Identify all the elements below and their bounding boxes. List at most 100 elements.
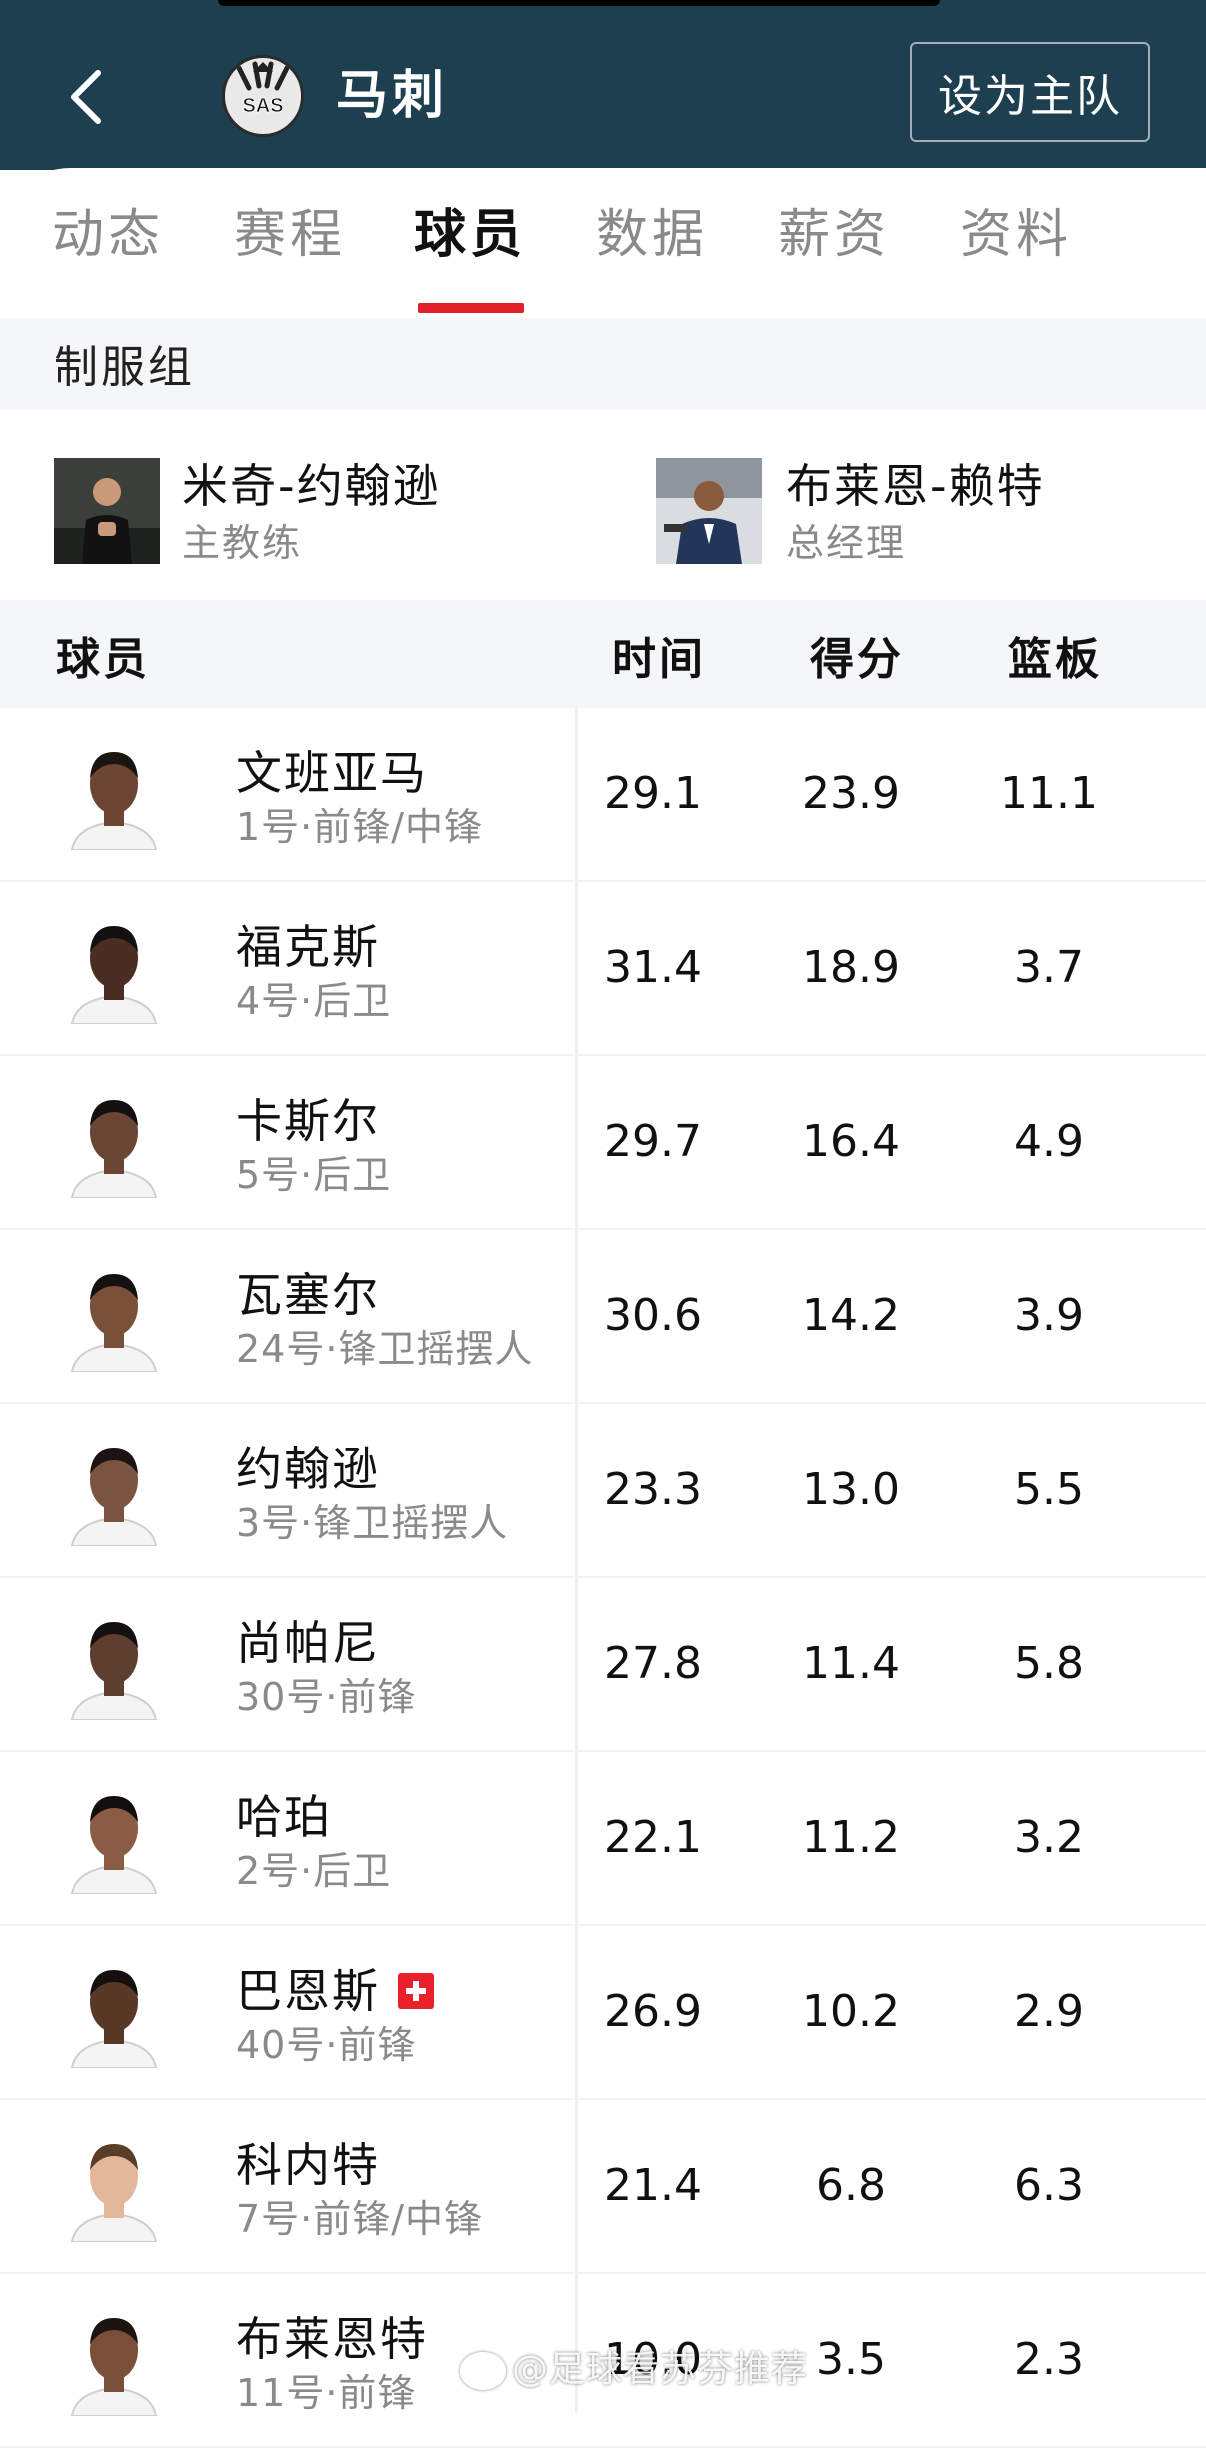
gm-photo[interactable] <box>656 458 762 564</box>
player-name-text: 巴恩斯 <box>236 1964 380 2018</box>
player-name[interactable]: 卡斯尔 <box>236 1092 380 1150</box>
column-header-time[interactable]: 时间 <box>612 632 706 688</box>
player-name-text: 尚帕尼 <box>236 1616 380 1670</box>
table-row[interactable]: 文班亚马 1号·前锋/中锋 29.1 23.9 11.1 <box>0 708 1206 882</box>
player-avatar[interactable] <box>58 2304 170 2416</box>
player-avatar[interactable] <box>58 1782 170 1894</box>
player-name[interactable]: 瓦塞尔 <box>236 1266 380 1324</box>
player-rebounds: 3.2 <box>1014 1812 1084 1863</box>
table-row[interactable]: 福克斯 4号·后卫 31.4 18.9 3.7 <box>0 882 1206 1056</box>
table-row[interactable]: 卡斯尔 5号·后卫 29.7 16.4 4.9 <box>0 1056 1206 1230</box>
player-name-text: 科内特 <box>236 2138 380 2192</box>
player-name[interactable]: 巴恩斯 <box>236 1962 434 2020</box>
player-name-text: 瓦塞尔 <box>236 1268 380 1322</box>
player-name[interactable]: 尚帕尼 <box>236 1614 380 1672</box>
player-name-text: 布莱恩特 <box>236 2312 428 2366</box>
back-button[interactable] <box>62 62 110 132</box>
player-rebounds: 5.5 <box>1014 1464 1084 1515</box>
player-time: 29.7 <box>604 1116 702 1167</box>
coach-photo[interactable] <box>54 458 160 564</box>
player-name[interactable]: 科内特 <box>236 2136 380 2194</box>
table-row[interactable]: 巴恩斯 40号·前锋 26.9 10.2 2.9 <box>0 1926 1206 2100</box>
table-row[interactable]: 约翰逊 3号·锋卫摇摆人 23.3 13.0 5.5 <box>0 1404 1206 1578</box>
gm-name[interactable]: 布莱恩-赖特 <box>786 456 1045 516</box>
player-points: 16.4 <box>802 1116 900 1167</box>
player-points: 18.9 <box>802 942 900 993</box>
column-header-points[interactable]: 得分 <box>810 632 904 688</box>
weibo-icon <box>460 2352 506 2390</box>
player-info: 1号·前锋/中锋 <box>236 805 484 849</box>
coach-name[interactable]: 米奇-约翰逊 <box>182 456 441 516</box>
player-name[interactable]: 约翰逊 <box>236 1440 380 1498</box>
player-avatar[interactable] <box>58 2130 170 2242</box>
team-logo: SAS <box>222 55 304 137</box>
injury-icon <box>398 1972 434 2009</box>
chevron-left-icon <box>71 70 101 124</box>
player-time: 26.9 <box>604 1986 702 2037</box>
player-info: 3号·锋卫摇摆人 <box>236 1501 509 1545</box>
tab-schedule[interactable]: 赛程 <box>230 200 350 270</box>
watermark-text: @足球看苏芬推荐 <box>512 2349 809 2390</box>
player-info: 30号·前锋 <box>236 1675 417 1719</box>
page-title: 马刺 <box>336 66 449 126</box>
column-header-rebounds[interactable]: 篮板 <box>1008 632 1102 688</box>
player-avatar[interactable] <box>58 1608 170 1720</box>
tab-news[interactable]: 动态 <box>48 200 168 270</box>
player-points: 14.2 <box>802 1290 900 1341</box>
player-name-text: 文班亚马 <box>236 746 428 800</box>
table-row[interactable]: 哈珀 2号·后卫 22.1 11.2 3.2 <box>0 1752 1206 1926</box>
player-rebounds: 5.8 <box>1014 1638 1084 1689</box>
player-rebounds: 2.3 <box>1014 2334 1084 2385</box>
table-row[interactable]: 科内特 7号·前锋/中锋 21.4 6.8 6.3 <box>0 2100 1206 2274</box>
player-points: 6.8 <box>816 2160 886 2211</box>
player-time: 22.1 <box>604 1812 702 1863</box>
player-name[interactable]: 文班亚马 <box>236 744 428 802</box>
player-info: 4号·后卫 <box>236 979 392 1023</box>
player-name-text: 约翰逊 <box>236 1442 380 1496</box>
tab-stats[interactable]: 数据 <box>592 200 712 270</box>
player-name[interactable]: 布莱恩特 <box>236 2310 428 2368</box>
player-time: 23.3 <box>604 1464 702 1515</box>
player-info: 2号·后卫 <box>236 1849 392 1893</box>
player-time: 30.6 <box>604 1290 702 1341</box>
player-rebounds: 11.1 <box>1000 768 1098 819</box>
table-row[interactable]: 瓦塞尔 24号·锋卫摇摆人 30.6 14.2 3.9 <box>0 1230 1206 1404</box>
player-time: 27.8 <box>604 1638 702 1689</box>
player-info: 24号·锋卫摇摆人 <box>236 1327 534 1371</box>
player-points: 11.4 <box>802 1638 900 1689</box>
tab-salary[interactable]: 薪资 <box>774 200 894 270</box>
player-rebounds: 3.7 <box>1014 942 1084 993</box>
active-tab-indicator <box>418 303 524 313</box>
gm-role: 总经理 <box>786 521 907 565</box>
player-avatar[interactable] <box>58 1434 170 1546</box>
player-avatar[interactable] <box>58 738 170 850</box>
player-avatar[interactable] <box>58 1086 170 1198</box>
tab-players[interactable]: 球员 <box>410 200 530 270</box>
player-avatar[interactable] <box>58 1956 170 2068</box>
logo-text: SAS <box>242 95 283 117</box>
player-points: 11.2 <box>802 1812 900 1863</box>
player-points: 10.2 <box>802 1986 900 2037</box>
player-time: 21.4 <box>604 2160 702 2211</box>
player-points: 13.0 <box>802 1464 900 1515</box>
player-name-text: 卡斯尔 <box>236 1094 380 1148</box>
player-rebounds: 6.3 <box>1014 2160 1084 2211</box>
top-app-bar: SAS 马刺 设为主队 <box>0 0 1206 170</box>
player-avatar[interactable] <box>58 1260 170 1372</box>
section-title: 制服组 <box>54 342 195 393</box>
player-info: 5号·后卫 <box>236 1153 392 1197</box>
player-rebounds: 3.9 <box>1014 1290 1084 1341</box>
player-info: 11号·前锋 <box>236 2371 417 2415</box>
player-name[interactable]: 哈珀 <box>236 1788 332 1846</box>
column-header-player: 球员 <box>56 634 150 685</box>
player-time: 29.1 <box>604 768 702 819</box>
tab-bar: 动态 赛程 球员 数据 薪资 资料 <box>0 200 1206 315</box>
player-name[interactable]: 福克斯 <box>236 918 380 976</box>
set-home-team-button[interactable]: 设为主队 <box>910 42 1150 142</box>
player-avatar[interactable] <box>58 912 170 1024</box>
tab-profile[interactable]: 资料 <box>956 200 1076 270</box>
table-row[interactable]: 尚帕尼 30号·前锋 27.8 11.4 5.8 <box>0 1578 1206 1752</box>
player-name-text: 福克斯 <box>236 920 380 974</box>
watermark: @足球看苏芬推荐 <box>460 2340 808 2392</box>
player-time: 31.4 <box>604 942 702 993</box>
